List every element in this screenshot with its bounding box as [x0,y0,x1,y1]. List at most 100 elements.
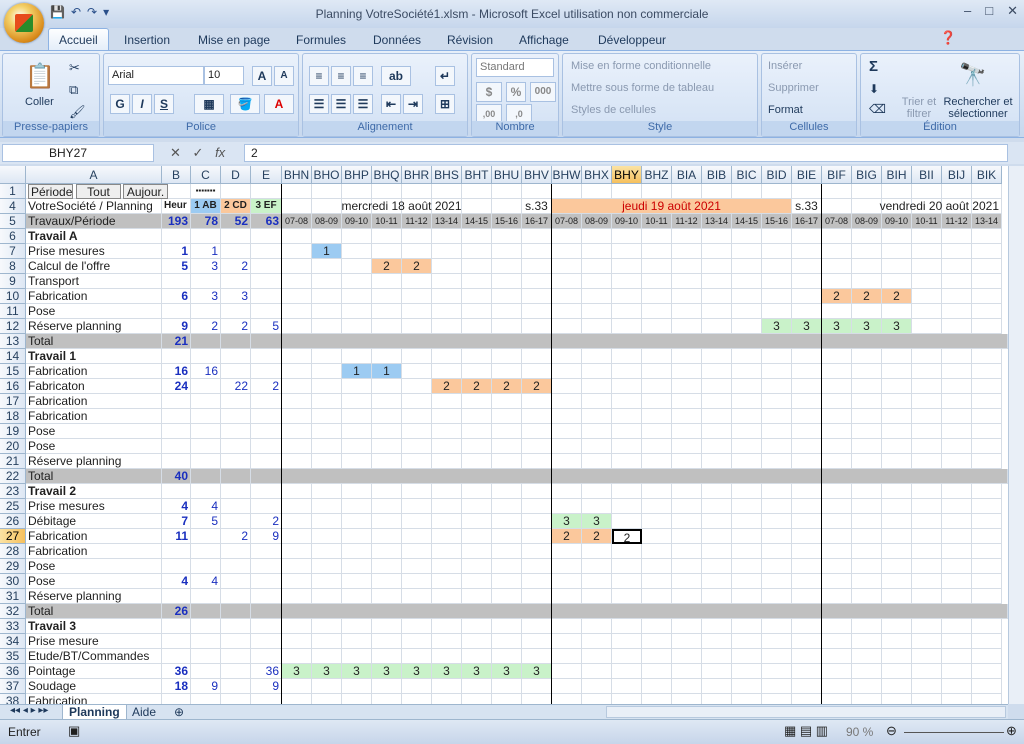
grid-cell[interactable] [912,304,942,319]
grid-cell[interactable] [552,364,582,379]
period-button-a3[interactable]: Aujour. [123,184,168,199]
grid-cell[interactable] [972,184,1002,199]
grid-cell[interactable] [642,364,672,379]
task-hours[interactable] [162,559,191,574]
task-team-e[interactable] [251,694,282,704]
task-team-c[interactable] [191,229,221,244]
column-header[interactable]: BIF [822,166,852,184]
task-hours[interactable]: 4 [162,574,191,589]
grid-cell[interactable] [402,454,432,469]
grid-cell[interactable] [762,664,792,679]
column-header[interactable]: BHS [432,166,462,184]
grid-cell[interactable] [372,424,402,439]
grid-cell[interactable] [432,289,462,304]
grid-cell[interactable] [282,184,312,199]
row-header[interactable]: 19 [0,424,26,439]
grid-cell[interactable] [822,439,852,454]
grid-cell[interactable] [432,634,462,649]
format-as-table-button[interactable]: Mettre sous forme de tableau [571,82,714,94]
row-header[interactable]: 34 [0,634,26,649]
grid-cell[interactable] [342,244,372,259]
grid-cell[interactable] [822,304,852,319]
grid-cell[interactable] [672,529,702,544]
grid-cell[interactable] [732,229,762,244]
grid-cell[interactable] [792,514,822,529]
grid-cell[interactable] [342,694,372,704]
task-team-d[interactable] [221,304,251,319]
grid-cell[interactable] [282,424,312,439]
grid-cell[interactable] [522,559,552,574]
grid-cell[interactable] [372,574,402,589]
grid-cell[interactable] [852,304,882,319]
grid-cell[interactable] [552,274,582,289]
grid-cell[interactable] [462,274,492,289]
grid-cell[interactable] [552,424,582,439]
sort-filter-button[interactable]: Trier et filtrer [899,96,939,120]
grid-cell[interactable] [372,589,402,604]
grid-cell[interactable] [312,184,342,199]
planning-mark[interactable]: 2 [852,289,882,304]
format-cells-button[interactable]: Format [768,104,803,116]
grid-cell[interactable] [282,574,312,589]
task-label[interactable]: Fabrication [26,289,162,304]
planning-mark[interactable]: 3 [552,514,582,529]
grid-cell[interactable] [312,694,342,704]
grid-cell[interactable] [732,499,762,514]
grid-cell[interactable] [342,424,372,439]
task-team-c[interactable]: 9 [191,679,221,694]
task-team-d[interactable] [221,364,251,379]
grid-cell[interactable] [402,589,432,604]
grid-cell[interactable] [552,409,582,424]
grid-cell[interactable] [912,499,942,514]
grid-cell[interactable] [822,184,852,199]
grid-cell[interactable] [372,229,402,244]
grid-cell[interactable] [912,619,942,634]
grid-cell[interactable] [522,259,552,274]
grid-cell[interactable] [552,649,582,664]
grid-cell[interactable] [492,544,522,559]
clear-icon[interactable]: ⌫ [869,102,886,116]
grid-cell[interactable] [762,244,792,259]
grid-cell[interactable] [462,454,492,469]
grid-cell[interactable] [642,184,672,199]
grid-cell[interactable] [882,364,912,379]
grid-cell[interactable] [912,514,942,529]
grid-cell[interactable] [462,679,492,694]
column-header[interactable]: B [162,166,191,184]
grid-cell[interactable] [672,304,702,319]
grid-cell[interactable] [282,229,312,244]
row-header[interactable]: 36 [0,664,26,679]
grid-cell[interactable] [402,649,432,664]
grid-cell[interactable] [492,304,522,319]
currency-icon[interactable]: $ [476,82,502,102]
grid-cell[interactable] [672,184,702,199]
underline-button[interactable]: S [154,94,174,114]
row-header[interactable]: 7 [0,244,26,259]
grid-cell[interactable] [342,649,372,664]
grid-cell[interactable] [432,274,462,289]
grid-cell[interactable] [792,289,822,304]
grid-cell[interactable] [702,379,732,394]
grid-cell[interactable] [942,409,972,424]
grid-cell[interactable] [882,679,912,694]
grid-cell[interactable] [762,544,792,559]
grid-cell[interactable] [822,229,852,244]
grid-cell[interactable] [672,424,702,439]
grid-cell[interactable] [732,514,762,529]
grid-cell[interactable] [852,514,882,529]
grid-cell[interactable] [792,619,822,634]
task-hours[interactable] [162,229,191,244]
task-hours[interactable]: 18 [162,679,191,694]
grid-cell[interactable] [282,364,312,379]
grid-cell[interactable] [822,694,852,704]
grid-cell[interactable] [282,394,312,409]
grid-cell[interactable] [822,454,852,469]
task-team-e[interactable] [251,574,282,589]
grid-cell[interactable] [672,439,702,454]
grid-cell[interactable] [942,394,972,409]
grid-cell[interactable] [312,259,342,274]
column-header[interactable]: BHO [312,166,342,184]
task-team-c[interactable] [191,304,221,319]
grid-cell[interactable] [822,514,852,529]
grid-cell[interactable] [612,409,642,424]
